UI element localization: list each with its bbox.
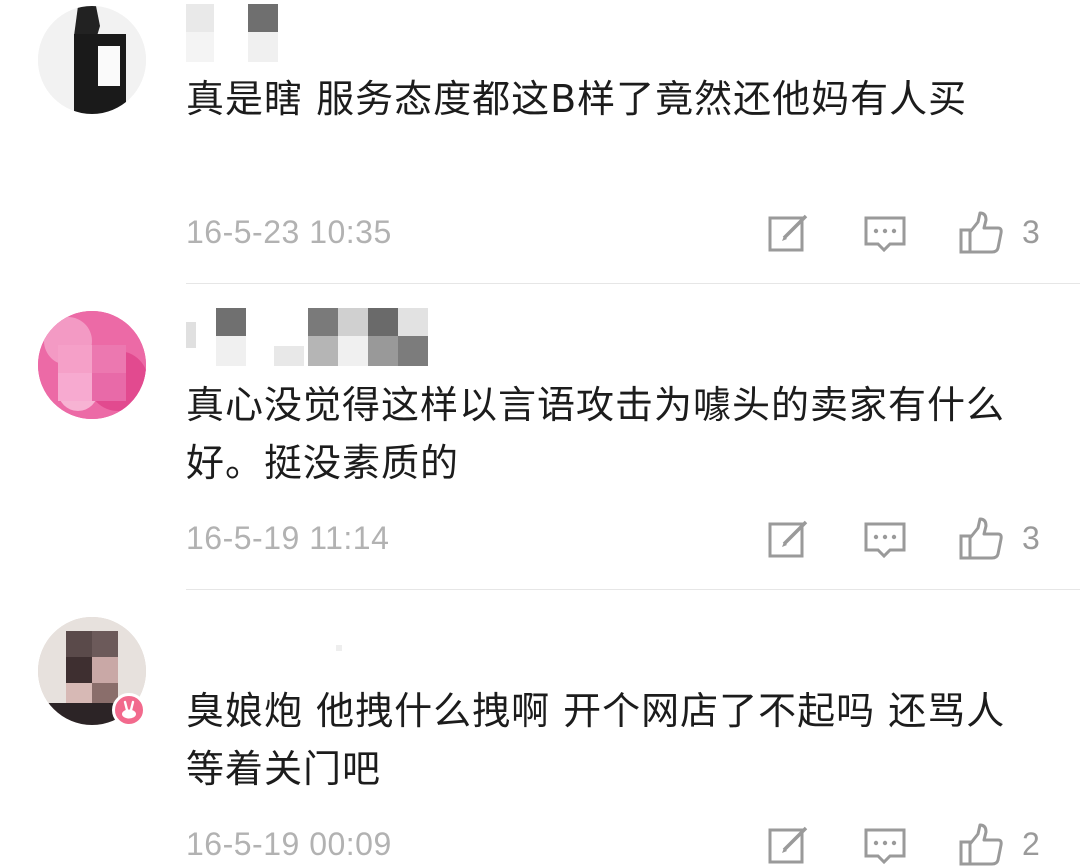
- comment-item: 臭娘炮 他拽什么拽啊 开个网店了不起吗 还骂人 等着关门吧 16-5-19 00…: [0, 0, 1080, 866]
- rabbit-badge-icon: [112, 693, 146, 727]
- like-count: 3: [1022, 520, 1040, 556]
- comment-text: 臭娘炮 他拽什么拽啊 开个网店了不起吗 还骂人 等着关门吧: [186, 689, 1006, 791]
- comment-meta: 16-5-19 00:09 2: [186, 822, 1080, 868]
- compose-icon[interactable]: [766, 516, 812, 562]
- thumbs-up-icon[interactable]: [958, 516, 1004, 562]
- comment-text: 真心没觉得这样以言语攻击为噱头的卖家有什么好。挺没素质的: [186, 383, 1006, 485]
- thumbs-up-icon[interactable]: [958, 822, 1004, 868]
- timestamp: 16-5-19 11:14: [186, 520, 390, 556]
- compose-icon[interactable]: [766, 822, 812, 868]
- comment-bubble-icon[interactable]: [862, 822, 908, 868]
- comment-meta: 16-5-19 11:14 3: [186, 516, 1080, 562]
- divider: [186, 589, 1080, 590]
- avatar[interactable]: [38, 311, 146, 419]
- timestamp: 16-5-19 00:09: [186, 826, 392, 862]
- like-count: 2: [1022, 826, 1040, 862]
- comment-bubble-icon[interactable]: [862, 516, 908, 562]
